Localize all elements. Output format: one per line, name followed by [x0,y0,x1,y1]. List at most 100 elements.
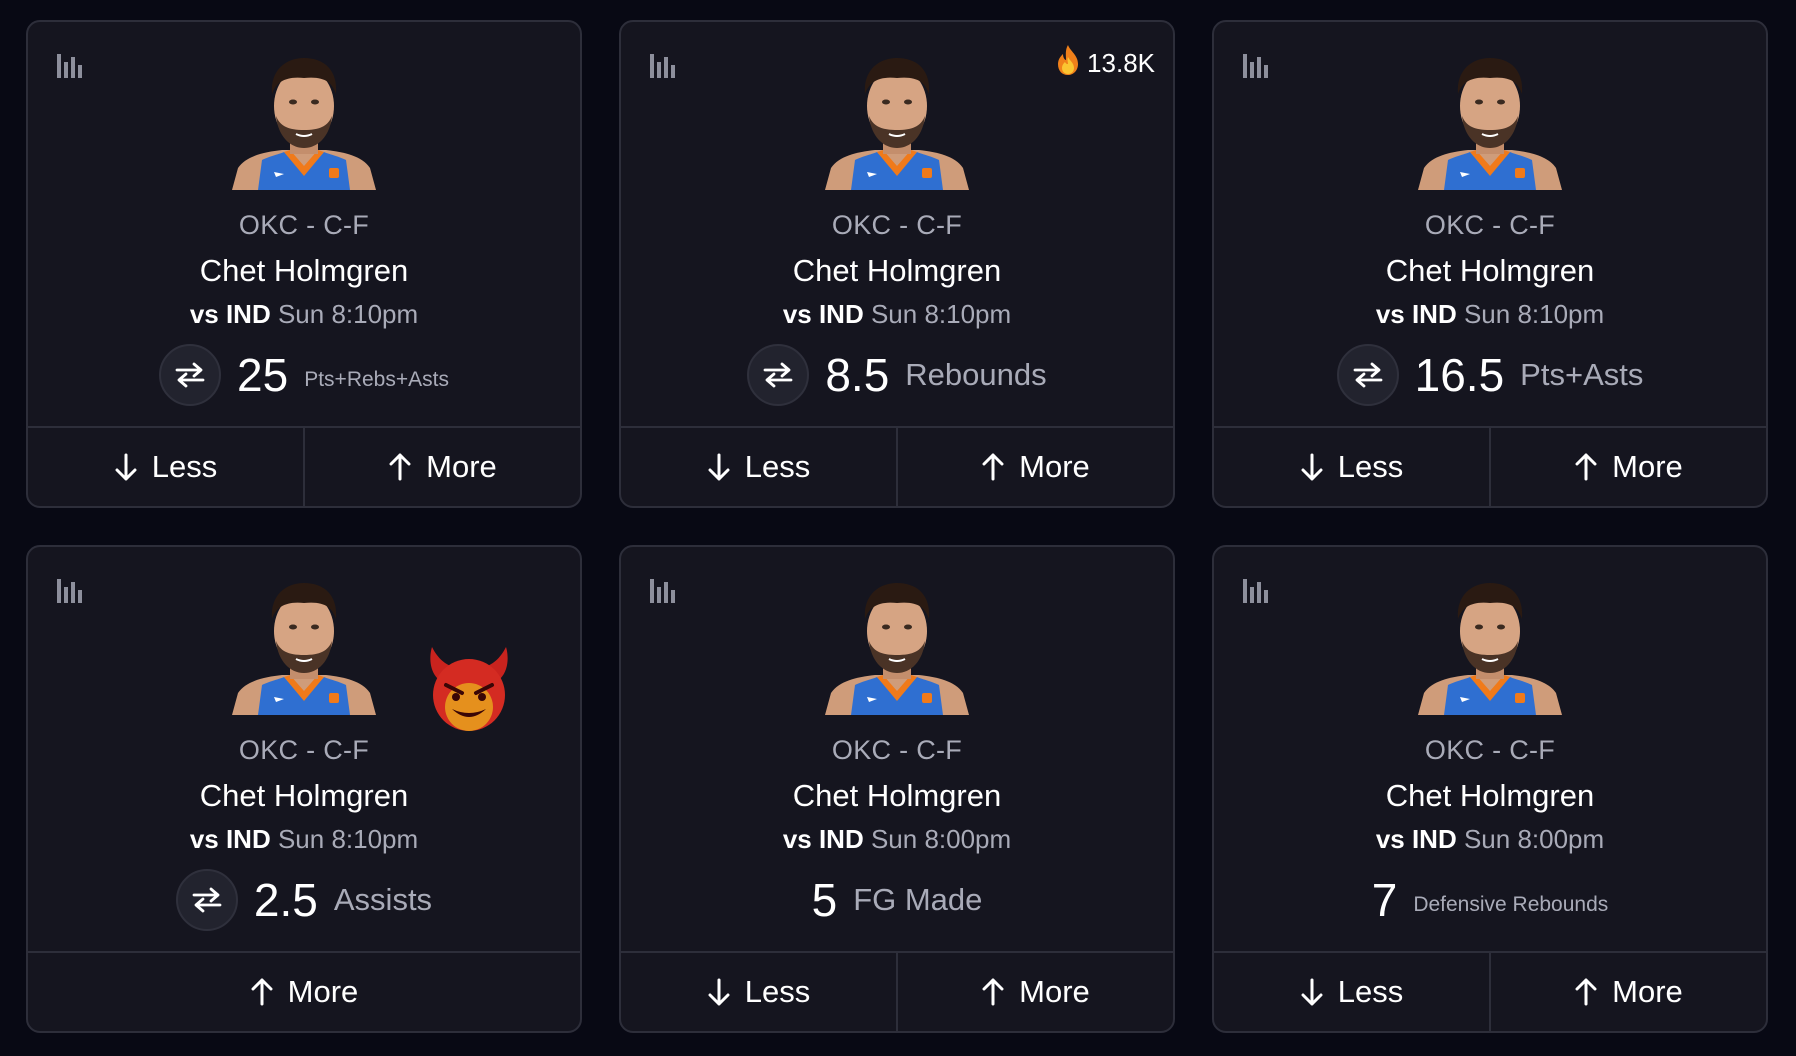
line-value: 16.5 [1414,349,1505,401]
game-time: Sun 8:00pm [870,824,1012,854]
less-label: Less [1337,449,1404,484]
opponent: vs IND [1375,299,1457,329]
arrow-down-icon [707,453,731,481]
less-button[interactable]: Less [1214,953,1489,1031]
more-label: More [1612,974,1683,1009]
team-position: OKC - C-F [1424,735,1556,765]
opponent: vs IND [189,824,271,854]
bar-chart-icon[interactable] [1242,52,1272,78]
projection-line: 5 FG Made [812,869,983,931]
less-button[interactable]: Less [621,953,896,1031]
more-button[interactable]: More [1489,428,1766,506]
more-button[interactable]: More [28,953,580,1031]
game-info: vs IND Sun 8:10pm [190,299,418,330]
more-button[interactable]: More [896,953,1173,1031]
projection-card[interactable]: OKC - C-F Chet Holmgren vs IND Sun 8:10pm 2… [26,545,582,1033]
swap-arrows-icon[interactable] [159,344,222,406]
game-info: vs IND Sun 8:00pm [1376,824,1604,855]
more-button[interactable]: More [303,428,580,506]
opponent: vs IND [1375,824,1457,854]
projection-line: 2.5 Assists [175,869,433,931]
game-time: Sun 8:10pm [870,299,1012,329]
player-name: Chet Holmgren [792,253,1002,288]
more-button[interactable]: More [1489,953,1766,1031]
game-time: Sun 8:10pm [277,299,419,329]
opponent: vs IND [189,299,271,329]
team-position: OKC - C-F [831,735,963,765]
less-button[interactable]: Less [621,428,896,506]
arrow-up-icon [981,978,1005,1006]
player-avatar [232,581,376,715]
bar-chart-icon[interactable] [649,577,679,603]
player-name: Chet Holmgren [1385,778,1595,813]
projection-card[interactable]: OKC - C-F Chet Holmgren vs IND Sun 8:10pm 2… [26,20,582,508]
more-button[interactable]: More [896,428,1173,506]
player-name: Chet Holmgren [1385,253,1595,288]
fire-icon [1055,44,1081,83]
trending-badge: 13.8K [1055,44,1155,83]
line-value: 2.5 [253,874,318,926]
less-button[interactable]: Less [28,428,303,506]
stat-type: Assists [333,882,433,917]
demon-emoji-icon [424,645,514,735]
projection-card[interactable]: 13.8K OKC - C-F Chet Holmgren vs IND Sun 8:… [619,20,1175,508]
card-body: OKC - C-F Chet Holmgren vs IND Sun 8:10pm 2… [28,22,580,426]
arrow-down-icon [707,978,731,1006]
line-value: 25 [237,349,289,401]
player-name: Chet Holmgren [199,253,409,288]
less-label: Less [744,974,811,1009]
more-label: More [426,449,497,484]
projection-line: 25 Pts+Rebs+Asts [159,344,449,406]
bar-chart-icon[interactable] [1242,577,1272,603]
game-info: vs IND Sun 8:00pm [783,824,1011,855]
line-value: 7 [1371,874,1398,926]
less-label: Less [151,449,218,484]
card-body: 13.8K OKC - C-F Chet Holmgren vs IND Sun 8:… [621,22,1173,426]
team-position: OKC - C-F [238,735,370,765]
player-avatar [825,56,969,190]
less-button[interactable]: Less [1214,428,1489,506]
team-position: OKC - C-F [1424,210,1556,240]
projection-line: 8.5 Rebounds [747,344,1047,406]
arrow-up-icon [1574,978,1598,1006]
pick-buttons: Less More [1214,951,1766,1031]
pick-buttons: Less More [621,426,1173,506]
stat-type: Pts+Rebs+Asts [304,368,449,391]
arrow-down-icon [1300,978,1324,1006]
arrow-down-icon [114,453,138,481]
player-avatar [1418,581,1562,715]
projection-line: 16.5 Pts+Asts [1336,344,1643,406]
arrow-up-icon [981,453,1005,481]
pick-buttons: Less More [28,426,580,506]
swap-arrows-icon[interactable] [1336,344,1399,406]
bar-chart-icon[interactable] [56,52,86,78]
card-body: OKC - C-F Chet Holmgren vs IND Sun 8:00pm 7… [1214,547,1766,951]
stat-type: FG Made [853,882,983,917]
arrow-up-icon [388,453,412,481]
more-label: More [1019,974,1090,1009]
projection-card[interactable]: OKC - C-F Chet Holmgren vs IND Sun 8:00pm 5… [619,545,1175,1033]
swap-arrows-icon[interactable] [175,869,238,931]
bar-chart-icon[interactable] [649,52,679,78]
line-value: 8.5 [825,349,890,401]
swap-arrows-icon[interactable] [747,344,810,406]
more-label: More [1019,449,1090,484]
card-body: OKC - C-F Chet Holmgren vs IND Sun 8:10pm 1… [1214,22,1766,426]
projection-line: 7 Defensive Rebounds [1372,869,1609,931]
less-label: Less [744,449,811,484]
player-avatar [1418,56,1562,190]
bar-chart-icon[interactable] [56,577,86,603]
projection-card[interactable]: OKC - C-F Chet Holmgren vs IND Sun 8:00pm 7… [1212,545,1768,1033]
game-info: vs IND Sun 8:10pm [1376,299,1604,330]
team-position: OKC - C-F [238,210,370,240]
player-name: Chet Holmgren [199,778,409,813]
player-avatar [232,56,376,190]
pick-buttons: Less More [1214,426,1766,506]
stat-type: Defensive Rebounds [1413,893,1609,916]
projection-card[interactable]: OKC - C-F Chet Holmgren vs IND Sun 8:10pm 1… [1212,20,1768,508]
game-time: Sun 8:10pm [1463,299,1605,329]
game-time: Sun 8:00pm [1463,824,1605,854]
opponent: vs IND [782,299,864,329]
arrow-up-icon [250,978,274,1006]
player-avatar [825,581,969,715]
